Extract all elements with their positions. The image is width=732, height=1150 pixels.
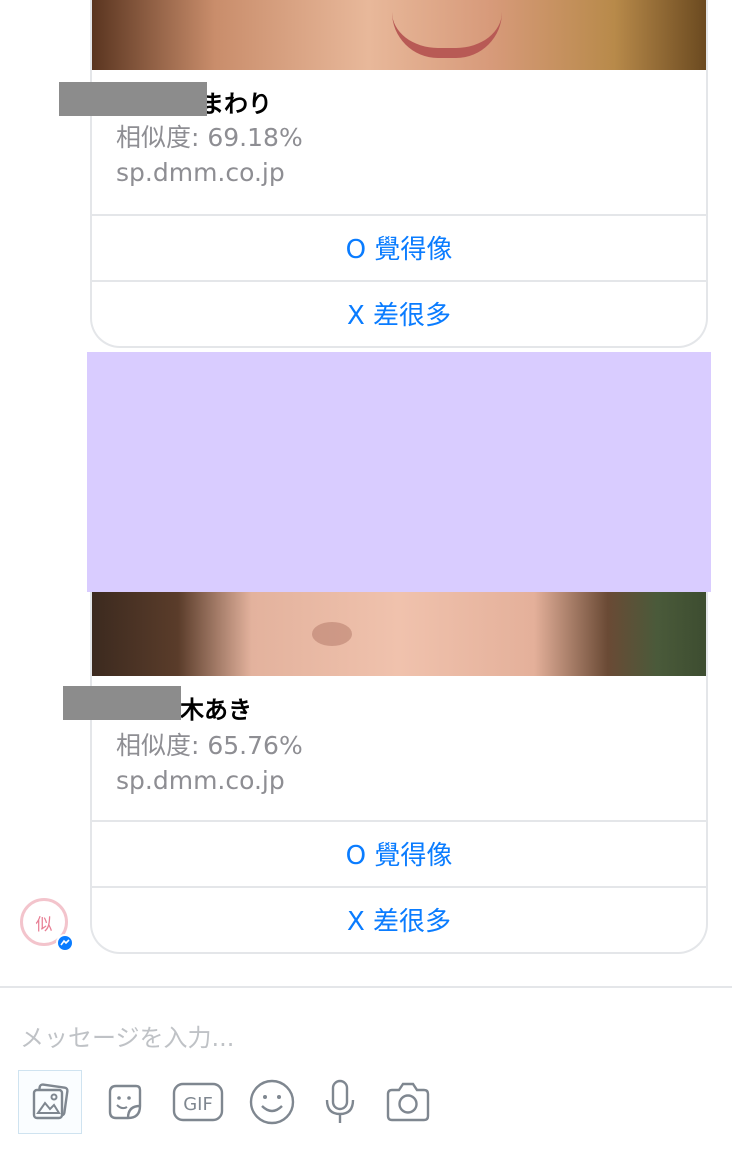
not-alike-button-2[interactable]: X 差很多 xyxy=(92,886,706,950)
result-title-2: 木あき xyxy=(180,696,252,724)
looks-alike-button-1[interactable]: O 覺得像 xyxy=(92,214,706,278)
redaction-bar-2 xyxy=(63,686,181,720)
looks-alike-button-2[interactable]: O 覺得像 xyxy=(92,820,706,884)
emoji-icon xyxy=(249,1079,295,1125)
result-card-1: まわり 相似度: 69.18% sp.dmm.co.jp O 覺得像 X 差很多 xyxy=(90,0,708,348)
camera-icon xyxy=(386,1082,430,1122)
sticker-icon xyxy=(108,1084,142,1120)
gif-button[interactable]: GIF xyxy=(166,1070,230,1134)
nose xyxy=(312,622,352,646)
message-input[interactable] xyxy=(20,1018,710,1058)
composer: GIF xyxy=(0,986,732,1150)
sticker-button[interactable] xyxy=(92,1070,156,1134)
result-photo-2[interactable] xyxy=(92,592,706,676)
similarity-2: 相似度: 65.76% xyxy=(116,731,303,760)
not-alike-button-1[interactable]: X 差很多 xyxy=(92,280,706,344)
similarity-1: 相似度: 69.18% xyxy=(116,123,303,152)
voice-button[interactable] xyxy=(308,1070,372,1134)
photo-icon xyxy=(32,1083,69,1120)
avatar-glyph: 似 xyxy=(35,914,53,935)
redaction-block xyxy=(87,352,711,592)
smile xyxy=(392,12,502,58)
result-info-2: 木あき 相似度: 65.76% sp.dmm.co.jp xyxy=(92,676,706,822)
gif-icon: GIF xyxy=(172,1082,224,1122)
microphone-icon xyxy=(325,1079,355,1123)
svg-text:GIF: GIF xyxy=(183,1094,213,1115)
result-card-2: 木あき 相似度: 65.76% sp.dmm.co.jp O 覺得像 X 差很多 xyxy=(90,592,708,954)
result-title-1: まわり xyxy=(200,90,272,118)
source-url-2[interactable]: sp.dmm.co.jp xyxy=(116,766,285,795)
photo-button[interactable] xyxy=(18,1070,82,1134)
emoji-button[interactable] xyxy=(240,1070,304,1134)
redaction-bar-1 xyxy=(59,82,207,116)
camera-button[interactable] xyxy=(376,1070,440,1134)
result-photo-1[interactable] xyxy=(92,0,706,70)
messenger-badge-icon xyxy=(56,934,74,952)
source-url-1[interactable]: sp.dmm.co.jp xyxy=(116,158,285,187)
